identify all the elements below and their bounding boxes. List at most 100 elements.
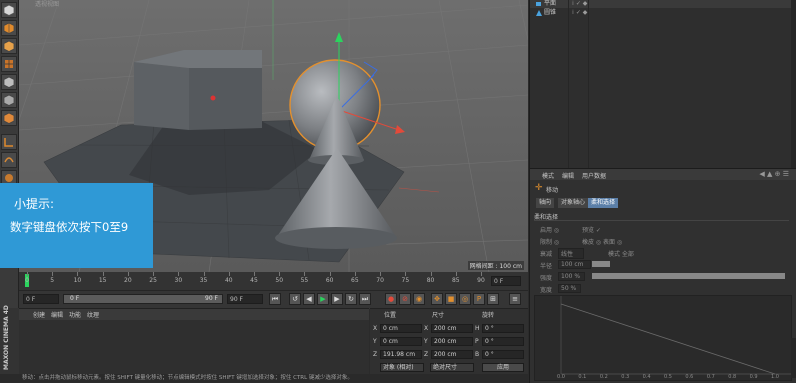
position-y-field[interactable]: 0 cm	[380, 337, 422, 346]
rotation-b-field[interactable]: 0 °	[482, 350, 524, 359]
object-flags-icon[interactable]: ⁞ ✓ ◆	[572, 9, 587, 17]
rotation-p-field[interactable]: 0 °	[482, 337, 524, 346]
timeline-menu-icon[interactable]: ≡	[509, 293, 521, 305]
graph-tick-label: 0.8	[728, 374, 737, 380]
rubber-surface-row[interactable]: 橡皮 ◎ 表面 ◎	[582, 237, 622, 246]
object-row-plane[interactable]: 平面 ⁞ ✓ ◆	[530, 0, 796, 8]
next-key-icon[interactable]: ↻	[345, 293, 357, 305]
radius-field[interactable]: 100 cm	[558, 260, 591, 269]
cube-tool-icon[interactable]	[1, 2, 17, 18]
radius-label: 半径	[540, 263, 553, 270]
size-y-field[interactable]: 200 cm	[431, 337, 473, 346]
timeline-tick	[228, 272, 230, 276]
object-name: 平面	[544, 0, 557, 7]
attribute-scrollbar[interactable]	[791, 338, 796, 378]
coord-mode-dropdown[interactable]: 对象 (相对)	[380, 363, 424, 372]
mode-dropdown[interactable]: 模式 全部	[608, 249, 634, 258]
timeline-end-field[interactable]: 0 F	[491, 276, 521, 286]
timeline-tick-label: 50	[275, 277, 284, 284]
timeline-tick	[405, 272, 407, 276]
strength-slider[interactable]	[592, 273, 785, 279]
tab-soft-selection[interactable]: 柔和选择	[588, 198, 619, 208]
restrict-row[interactable]: 限制 ◎	[540, 237, 559, 246]
timeline-tick-label: 65	[351, 277, 359, 284]
menu-create[interactable]: 创建	[33, 310, 45, 319]
object-mode-icon[interactable]	[1, 38, 17, 54]
key-pla-icon[interactable]: ⊞	[487, 293, 499, 305]
menu-function[interactable]: 功能	[69, 310, 81, 319]
texture-mode-icon[interactable]	[1, 56, 17, 72]
object-scrollbar[interactable]	[791, 0, 796, 168]
size-z-field[interactable]: 200 cm	[431, 350, 473, 359]
current-frame-field[interactable]: 0 F	[23, 294, 59, 304]
brand-text: MAXON CINEMA 4D	[3, 305, 10, 370]
frame-range-slider[interactable]: 0 F 90 F	[63, 294, 223, 304]
edges-mode-icon[interactable]	[1, 92, 17, 108]
timeline-tick	[77, 272, 79, 276]
timeline-tick	[178, 272, 180, 276]
size-mode-dropdown[interactable]: 绝对尺寸	[430, 363, 474, 372]
autokey-icon[interactable]: ⊘	[399, 293, 411, 305]
checker-cube-icon[interactable]	[1, 20, 17, 36]
goto-start-icon[interactable]: ⏮	[269, 293, 281, 305]
graph-tick-label: 0.0	[557, 374, 565, 380]
menu-edit[interactable]: 编辑	[562, 171, 574, 180]
timeline-tick	[329, 272, 331, 276]
attribute-nav-icons[interactable]: ◀ ▲ ⊕ ☰	[759, 170, 789, 178]
goto-end-icon[interactable]: ⏭	[359, 293, 371, 305]
size-z-label: Z	[424, 351, 429, 358]
polygons-mode-icon[interactable]	[1, 110, 17, 126]
grid-scale-label: 网格间距 : 100 cm	[467, 261, 524, 270]
rotation-h-field[interactable]: 0 °	[482, 324, 524, 333]
key-rotation-icon[interactable]: ◎	[459, 293, 471, 305]
timeline-tick-label: 45	[250, 277, 258, 284]
axis-y-label: Y	[373, 338, 377, 345]
position-z-field[interactable]: 191.98 cm	[380, 350, 422, 359]
tab-axis[interactable]: 轴向	[536, 198, 555, 208]
keyframe-select-icon[interactable]: ◉	[413, 293, 425, 305]
menu-mode[interactable]: 模式	[542, 171, 554, 180]
status-bar: 移动：点击并拖动鼠标移动元素。按住 SHIFT 键量化移动；节点编辑模式时按住 …	[0, 374, 528, 382]
timeline-tick	[430, 272, 432, 276]
object-row-cone[interactable]: 圆锥 ⁞ ✓ ◆	[530, 9, 796, 17]
timeline-tick-label: 20	[124, 277, 132, 284]
radius-slider[interactable]	[592, 261, 610, 267]
enable-row[interactable]: 启用 ◎	[540, 225, 559, 234]
tweak-icon[interactable]	[1, 152, 17, 168]
timeline-tick-label: 75	[401, 277, 410, 284]
menu-edit[interactable]: 编辑	[51, 310, 63, 319]
strength-label: 强度	[540, 275, 553, 282]
column-divider	[568, 0, 569, 168]
width-field[interactable]: 50 %	[558, 284, 582, 293]
object-flags-icon[interactable]: ⁞ ✓ ◆	[572, 0, 587, 8]
points-mode-icon[interactable]	[1, 74, 17, 90]
falloff-dropdown[interactable]: 线性	[558, 248, 585, 259]
falloff-graph[interactable]: 0.0 0.1 0.2 0.3 0.4 0.5 0.6 0.7 0.8 0.9 1.0	[534, 295, 792, 381]
key-scale-icon[interactable]: ■	[445, 293, 457, 305]
axis-icon[interactable]	[1, 134, 17, 150]
object-manager: 平面 ⁞ ✓ ◆ 圆锥 ⁞ ✓ ◆	[529, 0, 796, 168]
size-x-field[interactable]: 200 cm	[431, 324, 473, 333]
key-position-icon[interactable]: ✥	[431, 293, 443, 305]
next-frame-icon[interactable]: ▶	[331, 293, 343, 305]
viewport-title: 透视视图	[35, 1, 60, 8]
timeline-ruler[interactable]: 0 5 10 15 20 25 30 35 40 45 50 55 60 65 70 75 80 85 90 0 F	[19, 272, 528, 290]
strength-field[interactable]: 100 %	[558, 272, 586, 281]
record-icon[interactable]: ●	[385, 293, 397, 305]
prev-key-icon[interactable]: ↺	[289, 293, 301, 305]
axis-x-label: X	[373, 325, 378, 332]
menu-texture[interactable]: 纹理	[87, 310, 99, 319]
menu-userdata[interactable]: 用户数据	[582, 171, 606, 180]
graph-tick-label: 1.0	[771, 374, 779, 380]
prev-frame-icon[interactable]: ◀	[303, 293, 315, 305]
material-menu: 创建 编辑 功能 纹理	[19, 309, 369, 320]
key-param-icon[interactable]: P	[473, 293, 485, 305]
tool-name: 移动	[546, 187, 559, 194]
position-x-field[interactable]: 0 cm	[380, 324, 422, 333]
size-header: 尺寸	[432, 312, 445, 319]
max-frame-field[interactable]: 90 F	[227, 294, 263, 304]
play-icon[interactable]: ▶	[317, 293, 329, 305]
tab-object-axis[interactable]: 对象轴心	[558, 198, 589, 208]
apply-button[interactable]: 应用	[482, 363, 524, 372]
preview-row[interactable]: 预览 ✓	[582, 225, 601, 234]
